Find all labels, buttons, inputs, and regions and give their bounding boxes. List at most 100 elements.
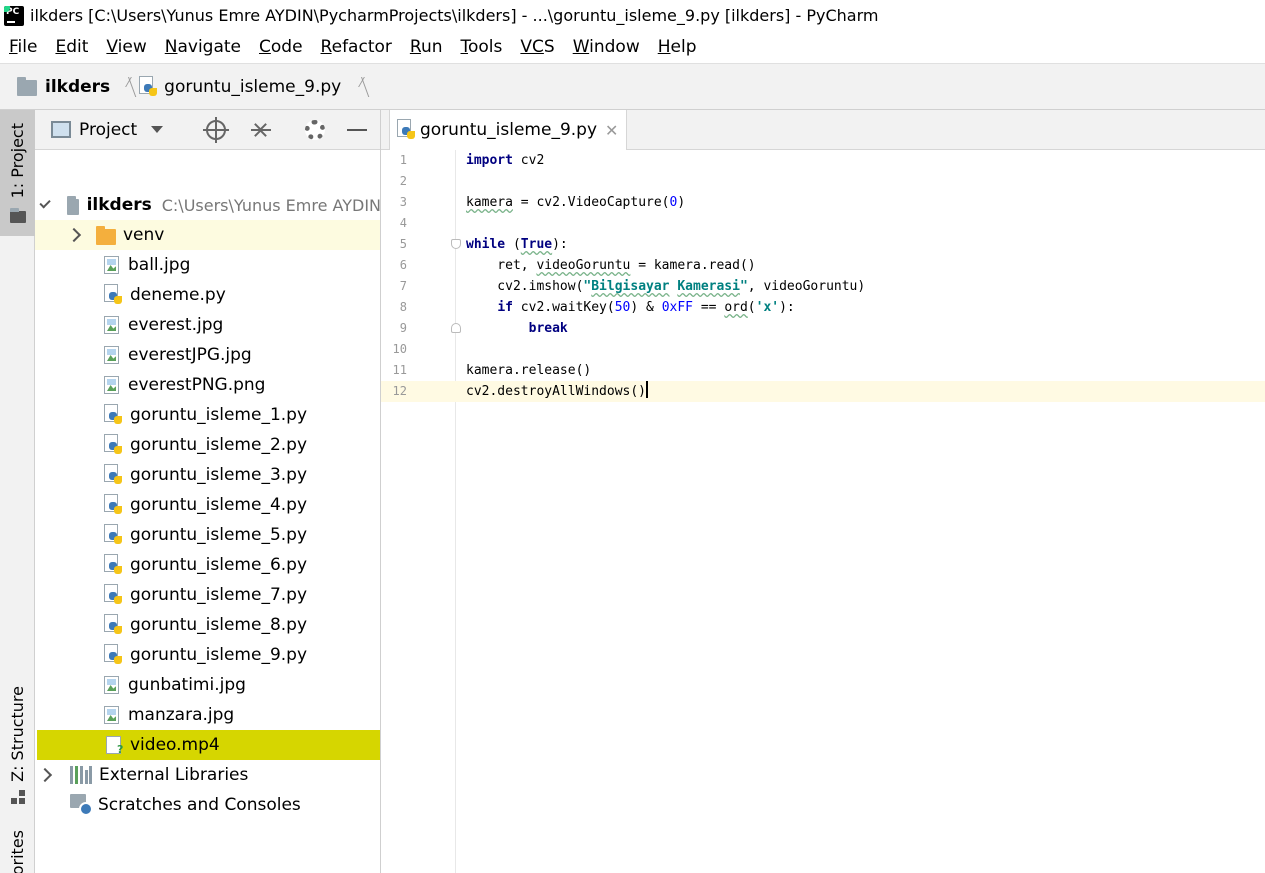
collapse-all-icon[interactable]	[251, 118, 271, 142]
menu-item[interactable]: Help	[649, 37, 706, 57]
menu-item[interactable]: Navigate	[156, 37, 250, 57]
code-line: 9 break	[381, 318, 1265, 339]
tree-item[interactable]: goruntu_isleme_4.py	[35, 490, 380, 520]
tree-item-label: goruntu_isleme_2.py	[130, 435, 308, 455]
tree-item[interactable]: goruntu_isleme_1.py	[35, 400, 380, 430]
locate-icon[interactable]	[203, 117, 229, 143]
favorites-tool-tab-label: orites	[8, 830, 27, 873]
text-caret	[646, 381, 649, 398]
code-line: 1 import cv2	[381, 150, 1265, 171]
close-icon[interactable]: ✕	[605, 121, 618, 140]
project-panel-header: Project	[35, 110, 380, 150]
tree-item-label: goruntu_isleme_7.py	[130, 585, 308, 605]
pycharm-logo-icon	[4, 5, 24, 26]
folder-icon	[9, 207, 26, 223]
tree-root-label: ilkders	[86, 195, 152, 215]
line-number: 8	[399, 300, 407, 314]
tree-external-libraries[interactable]: External Libraries	[35, 760, 380, 790]
line-number: 4	[399, 216, 407, 230]
tree-root-ilkders[interactable]: ilkders C:\Users\Yunus Emre AYDIN	[35, 190, 381, 220]
line-number: 6	[399, 258, 407, 272]
menu-item[interactable]: View	[97, 37, 155, 57]
python-file-icon	[103, 284, 123, 306]
tree-item[interactable]: ball.jpg	[35, 250, 380, 280]
tree-item[interactable]: gunbatimi.jpg	[35, 670, 380, 700]
tree-item-label: ball.jpg	[128, 255, 191, 275]
tree-item[interactable]: goruntu_isleme_8.py	[35, 610, 380, 640]
gear-icon[interactable]	[305, 120, 325, 140]
window-title: ilkders [C:\Users\Yunus Emre AYDIN\Pycha…	[30, 6, 879, 25]
folder-icon	[17, 77, 37, 96]
tree-item[interactable]: everestPNG.png	[35, 370, 380, 400]
code-line: 8 if cv2.waitKey(50) & 0xFF == ord('x'):	[381, 297, 1265, 318]
favorites-tool-tab[interactable]: orites	[0, 830, 35, 873]
tree-item[interactable]: goruntu_isleme_3.py	[35, 460, 380, 490]
project-tool-tab[interactable]: 1: Project	[0, 110, 35, 236]
line-number: 7	[399, 279, 407, 293]
tree-item-label: goruntu_isleme_3.py	[130, 465, 308, 485]
python-file-icon	[396, 119, 416, 141]
fold-marker-icon[interactable]	[451, 239, 461, 249]
menu-item[interactable]: VCS	[511, 37, 563, 57]
structure-tool-tab[interactable]: Z: Structure	[0, 685, 35, 805]
code-line: 11 kamera.release()	[381, 360, 1265, 381]
line-number: 1	[399, 153, 407, 167]
tree-root-path: C:\Users\Yunus Emre AYDIN	[161, 195, 381, 215]
code-line: 2	[381, 171, 1265, 192]
python-file-icon	[103, 524, 123, 546]
code-line-current: 12 cv2.destroyAllWindows()	[381, 381, 1265, 402]
fold-marker-icon[interactable]	[451, 323, 461, 333]
image-file-icon	[103, 705, 121, 725]
unknown-file-icon: ?	[105, 735, 123, 756]
tree-item[interactable]: goruntu_isleme_7.py	[35, 580, 380, 610]
tree-item-label: goruntu_isleme_9.py	[130, 645, 308, 665]
tree-scratches[interactable]: Scratches and Consoles	[35, 790, 380, 820]
menu-item[interactable]: Code	[250, 37, 312, 57]
tree-item[interactable]: goruntu_isleme_6.py	[35, 550, 380, 580]
project-view-icon	[51, 121, 71, 138]
tree-item-label: everestPNG.png	[128, 375, 266, 395]
project-panel: Project ilkders C:\Users\Yunus Emre AYDIN…	[35, 110, 381, 873]
chevron-down-icon[interactable]	[151, 126, 164, 133]
editor-tab-bar: goruntu_isleme_9.py ✕	[381, 110, 1265, 150]
tree-item-label: everestJPG.jpg	[128, 345, 252, 365]
tree-item-label: manzara.jpg	[128, 705, 235, 725]
chevron-down-icon[interactable]	[39, 196, 52, 209]
menu-item[interactable]: Refactor	[312, 37, 401, 57]
tree-item[interactable]: goruntu_isleme_5.py	[35, 520, 380, 550]
menu-item[interactable]: Edit	[46, 37, 97, 57]
line-number: 10	[392, 342, 407, 356]
image-file-icon	[103, 255, 121, 275]
chevron-right-icon[interactable]	[66, 227, 82, 243]
tree-item[interactable]: deneme.py	[35, 280, 380, 310]
folder-icon	[67, 195, 79, 215]
menu-item[interactable]: Tools	[452, 37, 512, 57]
tree-item[interactable]: goruntu_isleme_2.py	[35, 430, 380, 460]
editor-tab-goruntu-isleme-9[interactable]: goruntu_isleme_9.py ✕	[389, 110, 628, 150]
tree-item[interactable]: everest.jpg	[35, 310, 380, 340]
menu-item[interactable]: Run	[401, 37, 452, 57]
tree-item[interactable]: ? video.mp4	[37, 730, 380, 760]
tree-item[interactable]: manzara.jpg	[35, 700, 380, 730]
image-file-icon	[103, 345, 121, 365]
tree-item[interactable]: everestJPG.jpg	[35, 340, 380, 370]
code-line: 7 cv2.imshow("Bilgisayar Kamerasi", vide…	[381, 276, 1265, 297]
tree-item[interactable]: venv	[35, 220, 380, 250]
python-file-icon	[103, 644, 123, 666]
code-line: 5 while (True):	[381, 234, 1265, 255]
tree-item-label: goruntu_isleme_5.py	[130, 525, 308, 545]
tree-item-label: goruntu_isleme_8.py	[130, 615, 308, 635]
minimize-icon[interactable]	[347, 129, 367, 131]
project-view-selector[interactable]: Project	[79, 120, 137, 140]
menu-item[interactable]: File	[0, 37, 46, 57]
python-file-icon	[138, 75, 158, 98]
code-line: 6 ret, videoGoruntu = kamera.read()	[381, 255, 1265, 276]
breadcrumb-file[interactable]: goruntu_isleme_9.py	[138, 64, 341, 109]
breadcrumb-project[interactable]: ilkders	[17, 64, 110, 109]
python-file-icon	[103, 614, 123, 636]
python-file-icon	[103, 584, 123, 606]
chevron-right-icon[interactable]	[37, 767, 53, 783]
menu-item[interactable]: Window	[564, 37, 649, 57]
title-bar: ilkders [C:\Users\Yunus Emre AYDIN\Pycha…	[0, 0, 1265, 31]
tree-item[interactable]: goruntu_isleme_9.py	[35, 640, 380, 670]
